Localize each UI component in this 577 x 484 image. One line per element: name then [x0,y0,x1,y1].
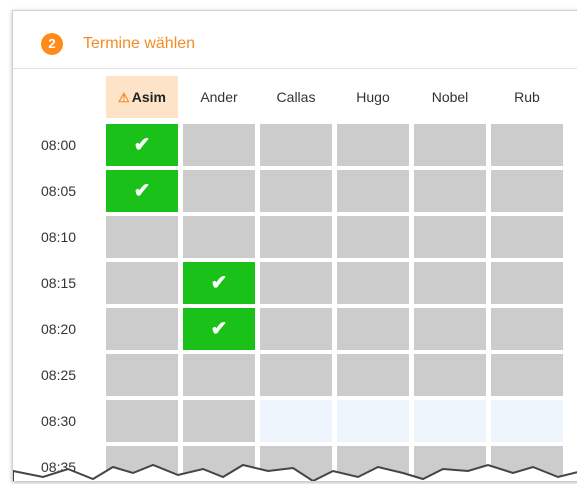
column-header-ander[interactable]: Ander [183,76,255,118]
slot-cell-occupied[interactable] [337,124,409,166]
slot-cell-occupied[interactable] [491,308,563,350]
slot-cell-occupied[interactable] [491,216,563,258]
slot-cell-occupied[interactable] [183,170,255,212]
column-header-callas[interactable]: Callas [260,76,332,118]
step-title: Termine wählen [83,35,196,52]
panel-header: 2 Termine wählen [13,11,577,69]
slot-cell-occupied[interactable] [260,262,332,304]
slot-cell-occupied[interactable] [337,354,409,396]
slot-cell-occupied[interactable] [260,170,332,212]
slot-cell-selected[interactable]: ✔ [183,308,255,350]
time-label: 08:25 [41,367,77,383]
slot-cell-free[interactable] [414,400,486,442]
column-header-label: Nobel [431,89,469,105]
slot-cell-free[interactable] [491,400,563,442]
time-label: 08:10 [41,229,77,245]
appointment-panel: 2 Termine wählen ⚠ Asim Ander Callas Hugo Nob… [12,10,577,482]
slot-cell-free[interactable] [337,400,409,442]
check-icon: ✔ [133,180,151,202]
slot-cell-occupied[interactable] [491,262,563,304]
step-badge: 2 [41,33,63,55]
slot-cell-occupied[interactable] [337,308,409,350]
check-icon: ✔ [210,318,228,340]
check-icon: ✔ [210,272,228,294]
slot-cell-occupied[interactable] [183,124,255,166]
warning-icon: ⚠ [118,90,130,105]
slot-cell-occupied[interactable] [491,354,563,396]
slot-cell-occupied[interactable] [414,262,486,304]
slot-cell-occupied[interactable] [414,354,486,396]
column-header-label: Ander [200,89,238,105]
slot-cell-occupied[interactable] [260,216,332,258]
slot-cell-occupied[interactable] [106,216,178,258]
column-header-label: Asim [131,89,166,105]
time-label: 08:30 [41,413,77,429]
time-label: 08:00 [41,137,77,153]
torn-edge [13,463,577,481]
slot-cell-occupied[interactable] [183,400,255,442]
slot-cell-occupied[interactable] [414,170,486,212]
time-label: 08:20 [41,321,77,337]
column-header-rub[interactable]: Rub [491,76,563,118]
slot-cell-occupied[interactable] [337,170,409,212]
column-header-hugo[interactable]: Hugo [337,76,409,118]
slot-cell-occupied[interactable] [337,262,409,304]
slot-cell-occupied[interactable] [106,262,178,304]
column-header-label: Callas [276,89,316,105]
column-header-nobel[interactable]: Nobel [414,76,486,118]
slot-cell-selected[interactable]: ✔ [106,170,178,212]
slot-cell-occupied[interactable] [183,216,255,258]
slot-cell-free[interactable] [260,400,332,442]
slot-cell-occupied[interactable] [106,354,178,396]
slot-cell-occupied[interactable] [183,354,255,396]
check-icon: ✔ [133,134,151,156]
time-label: 08:05 [41,183,77,199]
column-header-label: Rub [514,89,540,105]
slot-cell-occupied[interactable] [337,216,409,258]
slot-cell-occupied[interactable] [260,354,332,396]
slot-cell-occupied[interactable] [260,124,332,166]
slot-cell-occupied[interactable] [414,216,486,258]
slot-cell-occupied[interactable] [414,308,486,350]
slot-cell-occupied[interactable] [491,124,563,166]
slot-cell-selected[interactable]: ✔ [183,262,255,304]
slot-cell-occupied[interactable] [106,400,178,442]
column-header-asim[interactable]: ⚠ Asim [106,76,178,118]
slot-cell-occupied[interactable] [414,124,486,166]
slot-cell-occupied[interactable] [260,308,332,350]
column-header-label: Hugo [356,89,390,105]
slot-cell-occupied[interactable] [106,308,178,350]
time-label: 08:15 [41,275,77,291]
slot-cell-occupied[interactable] [491,170,563,212]
slot-cell-selected[interactable]: ✔ [106,124,178,166]
